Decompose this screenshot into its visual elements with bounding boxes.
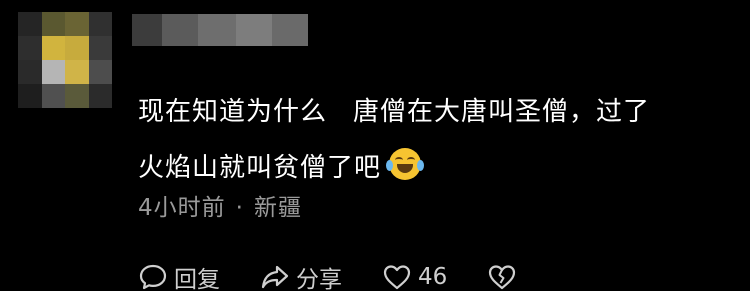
comment-text: 现在知道为什么 唐僧在大唐叫圣僧，过了 火焰山就叫贫僧了吧 [138, 84, 738, 196]
avatar-pixel [41, 12, 65, 36]
dislike-button[interactable] [487, 262, 523, 291]
heart-icon [383, 265, 411, 290]
username-pixel [236, 14, 272, 46]
avatar-pixel [41, 36, 65, 60]
share-button[interactable]: 分享 [260, 260, 342, 291]
avatar-pixel [18, 84, 42, 108]
comment-meta: 4小时前 · 新疆 [138, 188, 302, 222]
comment-line-1: 现在知道为什么 唐僧在大唐叫圣僧，过了 [138, 84, 738, 140]
username-pixel [198, 14, 236, 46]
reply-button[interactable]: 回复 [138, 260, 220, 291]
avatar-pixel [88, 36, 112, 60]
comment-line-2-text: 火焰山就叫贫僧了吧 [138, 153, 382, 183]
comment-location: 新疆 [253, 195, 302, 221]
avatar-pixel [41, 60, 65, 84]
avatar-pixel [18, 12, 42, 36]
comment-line-1-part-1: 现在知道为什么 [138, 97, 328, 127]
comment-time: 4小时前 [138, 195, 226, 221]
username-blurred[interactable] [132, 14, 308, 46]
reply-label: 回复 [174, 267, 220, 291]
like-button[interactable]: 46 [382, 262, 447, 291]
avatar-pixel [65, 60, 89, 84]
broken-heart-icon [489, 265, 516, 290]
username-pixel [272, 14, 308, 46]
comment-actions: 回复 分享 46 [138, 262, 523, 291]
avatar-pixel [18, 60, 42, 84]
avatar-pixel [88, 12, 112, 36]
laughing-crying-emoji-icon [386, 148, 425, 180]
avatar[interactable] [18, 12, 112, 108]
avatar-pixel [88, 60, 112, 84]
comment-line-1-part-2: 唐僧在大唐叫圣僧，过了 [353, 97, 651, 127]
share-label: 分享 [296, 267, 342, 291]
username-pixel [162, 14, 198, 46]
avatar-pixel [65, 12, 89, 36]
avatar-pixel [41, 84, 65, 108]
meta-separator: · [235, 195, 244, 221]
username-pixel [132, 14, 162, 46]
avatar-pixel [88, 84, 112, 108]
avatar-pixel [65, 84, 89, 108]
like-count: 46 [418, 264, 448, 290]
avatar-pixel [18, 36, 42, 60]
speech-bubble-icon [139, 264, 167, 290]
avatar-pixel [65, 36, 89, 60]
share-arrow-icon [261, 265, 289, 289]
